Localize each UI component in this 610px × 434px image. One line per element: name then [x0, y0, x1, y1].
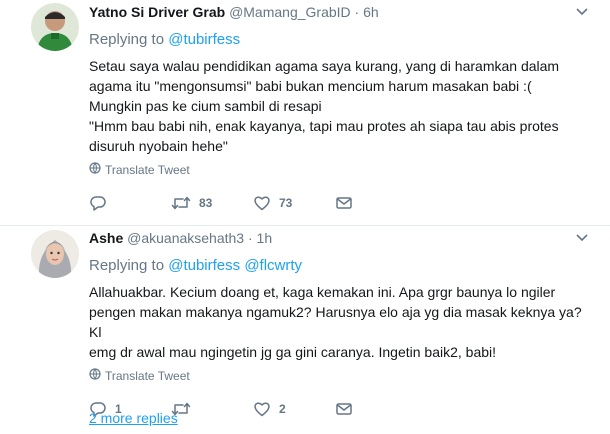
tweet-text: Setau saya walau pendidikan agama saya k…: [89, 56, 590, 156]
tweet-text-line: emg dr awal mau ngingetin jg ga gini car…: [89, 344, 497, 360]
tweet-text-line: disuruh nyobain hehe": [89, 138, 228, 154]
globe-icon: [89, 368, 101, 383]
avatar[interactable]: [31, 3, 79, 51]
more-replies-link[interactable]: 2 more replies: [89, 410, 178, 426]
reply-button[interactable]: [89, 194, 171, 212]
replying-prefix: Replying to: [89, 257, 165, 274]
translate-label: Translate Tweet: [105, 162, 190, 177]
like-button[interactable]: 2: [253, 400, 335, 418]
reply-icon: [89, 194, 107, 212]
replying-to: Replying to @tubirfess: [89, 30, 590, 50]
retweet-button[interactable]: [171, 400, 253, 418]
dm-button[interactable]: [335, 194, 417, 212]
envelope-icon: [335, 194, 353, 212]
timestamp[interactable]: 1h: [257, 230, 273, 246]
avatar[interactable]: [31, 230, 79, 278]
tweet-header: Ashe @akuanaksehath3 · 1h: [89, 229, 590, 247]
mention-link[interactable]: @flcwrty: [244, 257, 302, 274]
tweet-content: Ashe @akuanaksehath3 · 1h Replying to @t…: [89, 229, 590, 419]
tweet-text: Allahuakbar. Kecium doang et, kaga kemak…: [89, 282, 590, 362]
tweet-header: Yatno Si Driver Grab @Mamang_GrabID · 6h: [89, 3, 590, 21]
replying-prefix: Replying to: [89, 31, 165, 48]
tweet-text-line: Setau saya walau pendidikan agama saya k…: [89, 58, 560, 74]
heart-icon: [253, 400, 271, 418]
like-count: 73: [279, 196, 293, 210]
tweet-content: Yatno Si Driver Grab @Mamang_GrabID · 6h…: [89, 3, 590, 213]
like-button[interactable]: 73: [253, 194, 335, 212]
like-count: 2: [279, 402, 286, 416]
tweet-text-line: Allahuakbar. Kecium doang et, kaga kemak…: [89, 284, 556, 300]
translate-label: Translate Tweet: [105, 368, 190, 383]
timestamp[interactable]: 6h: [363, 4, 379, 20]
tweet[interactable]: Ashe @akuanaksehath3 · 1h Replying to @t…: [0, 226, 610, 434]
envelope-icon: [335, 400, 353, 418]
tweet-actions: 83 73: [89, 193, 590, 213]
chevron-down-icon[interactable]: [576, 5, 588, 19]
username[interactable]: @Mamang_GrabID: [229, 4, 351, 20]
tweet-text-line: "Hmm bau babi nih, enak kayanya, tapi ma…: [89, 118, 559, 134]
tweet-text-line: Mungkin pas ke cium sambil di resapi: [89, 98, 322, 114]
retweet-button[interactable]: 83: [171, 194, 253, 212]
retweet-icon: [171, 194, 191, 212]
tweet[interactable]: Yatno Si Driver Grab @Mamang_GrabID · 6h…: [0, 0, 610, 226]
globe-icon: [89, 162, 101, 177]
heart-icon: [253, 194, 271, 212]
separator-dot: ·: [354, 4, 360, 20]
mention-link[interactable]: @tubirfess: [168, 31, 240, 48]
dm-button[interactable]: [335, 400, 417, 418]
display-name[interactable]: Ashe: [89, 230, 123, 246]
translate-tweet-link[interactable]: Translate Tweet: [89, 162, 590, 177]
separator-dot: ·: [247, 230, 253, 246]
username[interactable]: @akuanaksehath3: [127, 230, 244, 246]
display-name[interactable]: Yatno Si Driver Grab: [89, 4, 225, 20]
tweet-text-line: pengen makan makanya ngamuk2? Harusnya e…: [89, 304, 582, 340]
retweet-count: 83: [199, 196, 213, 210]
replying-to: Replying to @tubirfess @flcwrty: [89, 256, 590, 276]
chevron-down-icon[interactable]: [576, 231, 588, 245]
translate-tweet-link[interactable]: Translate Tweet: [89, 368, 590, 383]
mention-link[interactable]: @tubirfess: [168, 257, 240, 274]
tweet-text-line: agama itu "mengonsumsi" babi bukan menci…: [89, 78, 532, 94]
